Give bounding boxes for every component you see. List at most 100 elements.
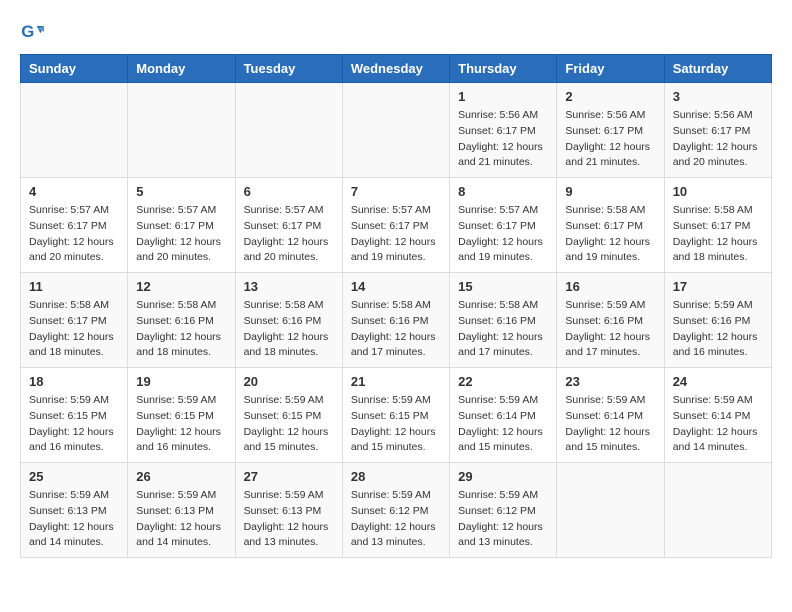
calendar-cell [235, 83, 342, 178]
calendar-cell: 6 Sunrise: 5:57 AM Sunset: 6:17 PM Daylig… [235, 178, 342, 273]
day-info: Sunrise: 5:59 AM Sunset: 6:15 PM Dayligh… [29, 393, 119, 456]
day-info: Sunrise: 5:59 AM Sunset: 6:12 PM Dayligh… [351, 488, 441, 551]
day-info: Sunrise: 5:59 AM Sunset: 6:16 PM Dayligh… [673, 298, 763, 361]
day-number: 28 [351, 469, 441, 484]
day-number: 6 [244, 184, 334, 199]
calendar-week-row: 18 Sunrise: 5:59 AM Sunset: 6:15 PM Dayli… [21, 368, 772, 463]
calendar-week-row: 25 Sunrise: 5:59 AM Sunset: 6:13 PM Dayli… [21, 463, 772, 558]
calendar-cell: 2Sunrise: 5:56 AM Sunset: 6:17 PM Daylig… [557, 83, 664, 178]
day-number: 14 [351, 279, 441, 294]
day-number: 23 [565, 374, 655, 389]
day-number: 19 [136, 374, 226, 389]
day-number: 20 [244, 374, 334, 389]
day-number: 24 [673, 374, 763, 389]
day-info: Sunrise: 5:59 AM Sunset: 6:14 PM Dayligh… [673, 393, 763, 456]
calendar-cell: 29 Sunrise: 5:59 AM Sunset: 6:12 PM Dayli… [450, 463, 557, 558]
day-number: 1 [458, 89, 548, 104]
calendar-cell: 3 Sunrise: 5:56 AM Sunset: 6:17 PM Daylig… [664, 83, 771, 178]
calendar-cell: 10 Sunrise: 5:58 AM Sunset: 6:17 PM Dayli… [664, 178, 771, 273]
day-number: 25 [29, 469, 119, 484]
calendar-week-row: 1 Sunrise: 5:56 AM Sunset: 6:17 PM Daylig… [21, 83, 772, 178]
day-info: Sunrise: 5:59 AM Sunset: 6:15 PM Dayligh… [136, 393, 226, 456]
day-number: 12 [136, 279, 226, 294]
day-info: Sunrise: 5:57 AM Sunset: 6:17 PM Dayligh… [136, 203, 226, 266]
day-info: Sunrise: 5:59 AM Sunset: 6:13 PM Dayligh… [29, 488, 119, 551]
calendar-cell: 8Sunrise: 5:57 AM Sunset: 6:17 PM Daylig… [450, 178, 557, 273]
calendar-cell: 26Sunrise: 5:59 AM Sunset: 6:13 PM Dayli… [128, 463, 235, 558]
day-number: 18 [29, 374, 119, 389]
day-number: 15 [458, 279, 548, 294]
day-info: Sunrise: 5:57 AM Sunset: 6:17 PM Dayligh… [29, 203, 119, 266]
day-number: 13 [244, 279, 334, 294]
calendar-cell: 24 Sunrise: 5:59 AM Sunset: 6:14 PM Dayli… [664, 368, 771, 463]
weekday-header: Friday [557, 55, 664, 83]
day-number: 9 [565, 184, 655, 199]
day-info: Sunrise: 5:56 AM Sunset: 6:17 PM Dayligh… [673, 108, 763, 171]
logo: G [20, 20, 48, 44]
day-info: Sunrise: 5:59 AM Sunset: 6:13 PM Dayligh… [244, 488, 334, 551]
day-info: Sunrise: 5:58 AM Sunset: 6:16 PM Dayligh… [458, 298, 548, 361]
day-number: 10 [673, 184, 763, 199]
calendar-table: SundayMondayTuesdayWednesdayThursdayFrid… [20, 54, 772, 558]
day-number: 3 [673, 89, 763, 104]
day-number: 27 [244, 469, 334, 484]
logo-icon: G [20, 20, 44, 44]
weekday-header: Thursday [450, 55, 557, 83]
day-info: Sunrise: 5:58 AM Sunset: 6:17 PM Dayligh… [565, 203, 655, 266]
calendar-cell: 7 Sunrise: 5:57 AM Sunset: 6:17 PM Daylig… [342, 178, 449, 273]
calendar-cell [21, 83, 128, 178]
day-number: 2 [565, 89, 655, 104]
day-info: Sunrise: 5:59 AM Sunset: 6:14 PM Dayligh… [458, 393, 548, 456]
calendar-cell [342, 83, 449, 178]
calendar-cell [664, 463, 771, 558]
calendar-cell: 13 Sunrise: 5:58 AM Sunset: 6:16 PM Dayli… [235, 273, 342, 368]
svg-text:G: G [21, 22, 34, 41]
calendar-cell: 9 Sunrise: 5:58 AM Sunset: 6:17 PM Daylig… [557, 178, 664, 273]
weekday-header: Monday [128, 55, 235, 83]
day-info: Sunrise: 5:58 AM Sunset: 6:16 PM Dayligh… [136, 298, 226, 361]
calendar-header-row: SundayMondayTuesdayWednesdayThursdayFrid… [21, 55, 772, 83]
calendar-cell: 27 Sunrise: 5:59 AM Sunset: 6:13 PM Dayli… [235, 463, 342, 558]
day-number: 8 [458, 184, 548, 199]
day-number: 17 [673, 279, 763, 294]
calendar-cell: 12 Sunrise: 5:58 AM Sunset: 6:16 PM Dayli… [128, 273, 235, 368]
day-number: 29 [458, 469, 548, 484]
page-header: G [20, 20, 772, 44]
calendar-cell: 17 Sunrise: 5:59 AM Sunset: 6:16 PM Dayli… [664, 273, 771, 368]
calendar-cell: 19 Sunrise: 5:59 AM Sunset: 6:15 PM Dayli… [128, 368, 235, 463]
day-info: Sunrise: 5:58 AM Sunset: 6:16 PM Dayligh… [244, 298, 334, 361]
day-number: 21 [351, 374, 441, 389]
day-info: Sunrise: 5:59 AM Sunset: 6:14 PM Dayligh… [565, 393, 655, 456]
day-info: Sunrise: 5:59 AM Sunset: 6:12 PM Dayligh… [458, 488, 548, 551]
day-info: Sunrise: 5:58 AM Sunset: 6:17 PM Dayligh… [673, 203, 763, 266]
calendar-cell: 1Sunrise: 5:56 AM Sunset: 6:17 PM Daylig… [450, 83, 557, 178]
calendar-cell: 16Sunrise: 5:59 AM Sunset: 6:16 PM Dayli… [557, 273, 664, 368]
day-info: Sunrise: 5:59 AM Sunset: 6:15 PM Dayligh… [351, 393, 441, 456]
weekday-header: Sunday [21, 55, 128, 83]
weekday-header: Wednesday [342, 55, 449, 83]
day-info: Sunrise: 5:57 AM Sunset: 6:17 PM Dayligh… [351, 203, 441, 266]
day-info: Sunrise: 5:58 AM Sunset: 6:17 PM Dayligh… [29, 298, 119, 361]
day-info: Sunrise: 5:58 AM Sunset: 6:16 PM Dayligh… [351, 298, 441, 361]
calendar-cell [557, 463, 664, 558]
calendar-cell [128, 83, 235, 178]
calendar-cell: 21 Sunrise: 5:59 AM Sunset: 6:15 PM Dayli… [342, 368, 449, 463]
day-number: 11 [29, 279, 119, 294]
calendar-cell: 5Sunrise: 5:57 AM Sunset: 6:17 PM Daylig… [128, 178, 235, 273]
calendar-cell: 11 Sunrise: 5:58 AM Sunset: 6:17 PM Dayli… [21, 273, 128, 368]
calendar-cell: 14 Sunrise: 5:58 AM Sunset: 6:16 PM Dayli… [342, 273, 449, 368]
weekday-header: Tuesday [235, 55, 342, 83]
calendar-cell: 22Sunrise: 5:59 AM Sunset: 6:14 PM Dayli… [450, 368, 557, 463]
calendar-week-row: 11 Sunrise: 5:58 AM Sunset: 6:17 PM Dayli… [21, 273, 772, 368]
day-info: Sunrise: 5:59 AM Sunset: 6:13 PM Dayligh… [136, 488, 226, 551]
calendar-cell: 4Sunrise: 5:57 AM Sunset: 6:17 PM Daylig… [21, 178, 128, 273]
calendar-cell: 18 Sunrise: 5:59 AM Sunset: 6:15 PM Dayli… [21, 368, 128, 463]
day-info: Sunrise: 5:57 AM Sunset: 6:17 PM Dayligh… [244, 203, 334, 266]
day-number: 16 [565, 279, 655, 294]
day-number: 7 [351, 184, 441, 199]
calendar-cell: 23 Sunrise: 5:59 AM Sunset: 6:14 PM Dayli… [557, 368, 664, 463]
calendar-week-row: 4Sunrise: 5:57 AM Sunset: 6:17 PM Daylig… [21, 178, 772, 273]
calendar-cell: 15 Sunrise: 5:58 AM Sunset: 6:16 PM Dayli… [450, 273, 557, 368]
calendar-cell: 25 Sunrise: 5:59 AM Sunset: 6:13 PM Dayli… [21, 463, 128, 558]
weekday-header: Saturday [664, 55, 771, 83]
